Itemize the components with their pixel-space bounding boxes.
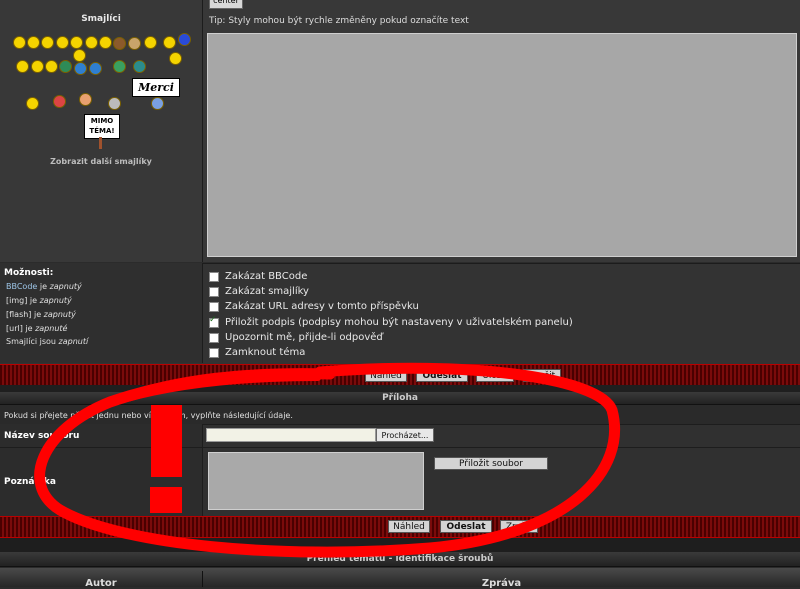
smiley-icon[interactable]: [113, 37, 126, 50]
smiley-icon[interactable]: [99, 36, 112, 49]
smiley-icon[interactable]: [79, 93, 92, 106]
submit-button[interactable]: Odeslat: [416, 369, 468, 382]
editor-tip: Tip: Styly mohou být rychle změněny poku…: [209, 16, 469, 26]
attachment-header: Příloha: [0, 392, 800, 405]
smiley-icon[interactable]: [45, 60, 58, 73]
smiley-icon[interactable]: [41, 36, 54, 49]
message-column-header: Zpráva: [481, 578, 522, 589]
topic-review-header: Přehled tématu - identifikace šroubů: [0, 552, 800, 567]
smiley-icon[interactable]: [56, 36, 69, 49]
submit-button-bottom[interactable]: Odeslat: [440, 520, 492, 533]
smiley-icon[interactable]: [178, 33, 191, 46]
smiley-icon[interactable]: [13, 36, 26, 49]
smiley-icon[interactable]: [16, 60, 29, 73]
attachment-info: Pokud si přejete přidat jednu nebo více …: [4, 411, 293, 420]
smiley-icon[interactable]: [73, 49, 86, 62]
smiley-icon[interactable]: [113, 60, 126, 73]
sign-stick: [99, 137, 102, 149]
checkbox-lock-topic[interactable]: [209, 347, 219, 358]
option-notify-reply[interactable]: Upozornit mě, přijde-li odpověď: [209, 332, 383, 343]
url-status: [url] je zapnuté: [6, 324, 68, 333]
smiley-icon[interactable]: [53, 95, 66, 108]
checkbox-disable-bbcode[interactable]: [209, 271, 219, 282]
cancel-button[interactable]: Zrušit: [523, 369, 561, 382]
smiley-icon[interactable]: [74, 62, 87, 75]
smiley-icon[interactable]: [108, 97, 121, 110]
save-button[interactable]: Uložit: [476, 369, 514, 382]
message-textarea[interactable]: [207, 33, 797, 257]
smiley-icon[interactable]: [26, 97, 39, 110]
flash-status: [flash] je zapnutý: [6, 310, 76, 319]
separator: [0, 538, 800, 552]
smiley-icon[interactable]: [169, 52, 182, 65]
options-title: Možnosti:: [4, 268, 54, 278]
smiley-icon[interactable]: [128, 37, 141, 50]
bbcode-status: BBCode je zapnutý: [6, 282, 82, 291]
smiley-title: Smajlíci: [81, 14, 121, 24]
off-topic-line1: MIMO: [90, 117, 114, 125]
option-disable-smileys[interactable]: Zakázat smajlíky: [209, 286, 309, 297]
center-button[interactable]: center: [209, 0, 243, 9]
note-label: Poznámka: [4, 477, 56, 487]
checkbox-disable-smileys[interactable]: [209, 286, 219, 297]
file-input[interactable]: [206, 428, 376, 442]
spacer: [0, 385, 800, 392]
more-smileys-link[interactable]: Zobrazit další smajlíky: [0, 157, 202, 166]
smiley-icon[interactable]: [85, 36, 98, 49]
option-lock-topic[interactable]: Zamknout téma: [209, 347, 305, 358]
note-textarea[interactable]: [208, 452, 424, 510]
row-divider: [0, 447, 800, 448]
browse-button[interactable]: Procházet...: [376, 428, 434, 442]
file-name-label: Název souboru: [4, 431, 80, 441]
img-status: [img] je zapnutý: [6, 296, 72, 305]
option-disable-urls[interactable]: Zakázat URL adresy v tomto příspěvku: [209, 301, 419, 312]
smiley-icon[interactable]: [144, 36, 157, 49]
option-disable-bbcode[interactable]: Zakázat BBCode: [209, 271, 307, 282]
preview-button-bottom[interactable]: Náhled: [388, 520, 430, 533]
smiley-icon[interactable]: [27, 36, 40, 49]
attach-file-button[interactable]: Přiložit soubor: [434, 457, 548, 470]
smiley-icon[interactable]: [89, 62, 102, 75]
off-topic-smiley[interactable]: MIMO TÉMA!: [84, 114, 120, 139]
checkbox-disable-urls[interactable]: [209, 301, 219, 312]
checkbox-notify-reply[interactable]: [209, 332, 219, 343]
cancel-button-bottom[interactable]: Zrušit: [500, 520, 538, 533]
author-column-header: Autor: [85, 578, 117, 589]
merci-smiley[interactable]: Merci: [132, 78, 180, 97]
smiley-icon[interactable]: [163, 36, 176, 49]
smiley-icon[interactable]: [59, 60, 72, 73]
off-topic-line2: TÉMA!: [89, 127, 115, 135]
smileys-status: Smajlíci jsou zapnutí: [6, 337, 89, 346]
smiley-icon[interactable]: [31, 60, 44, 73]
smiley-icon[interactable]: [70, 36, 83, 49]
checkbox-attach-signature[interactable]: [209, 315, 219, 328]
smiley-icon[interactable]: [133, 60, 146, 73]
preview-button[interactable]: Náhled: [365, 369, 407, 382]
smiley-icon[interactable]: [151, 97, 164, 110]
option-attach-signature[interactable]: Přiložit podpis (podpisy mohou být nasta…: [209, 315, 573, 328]
